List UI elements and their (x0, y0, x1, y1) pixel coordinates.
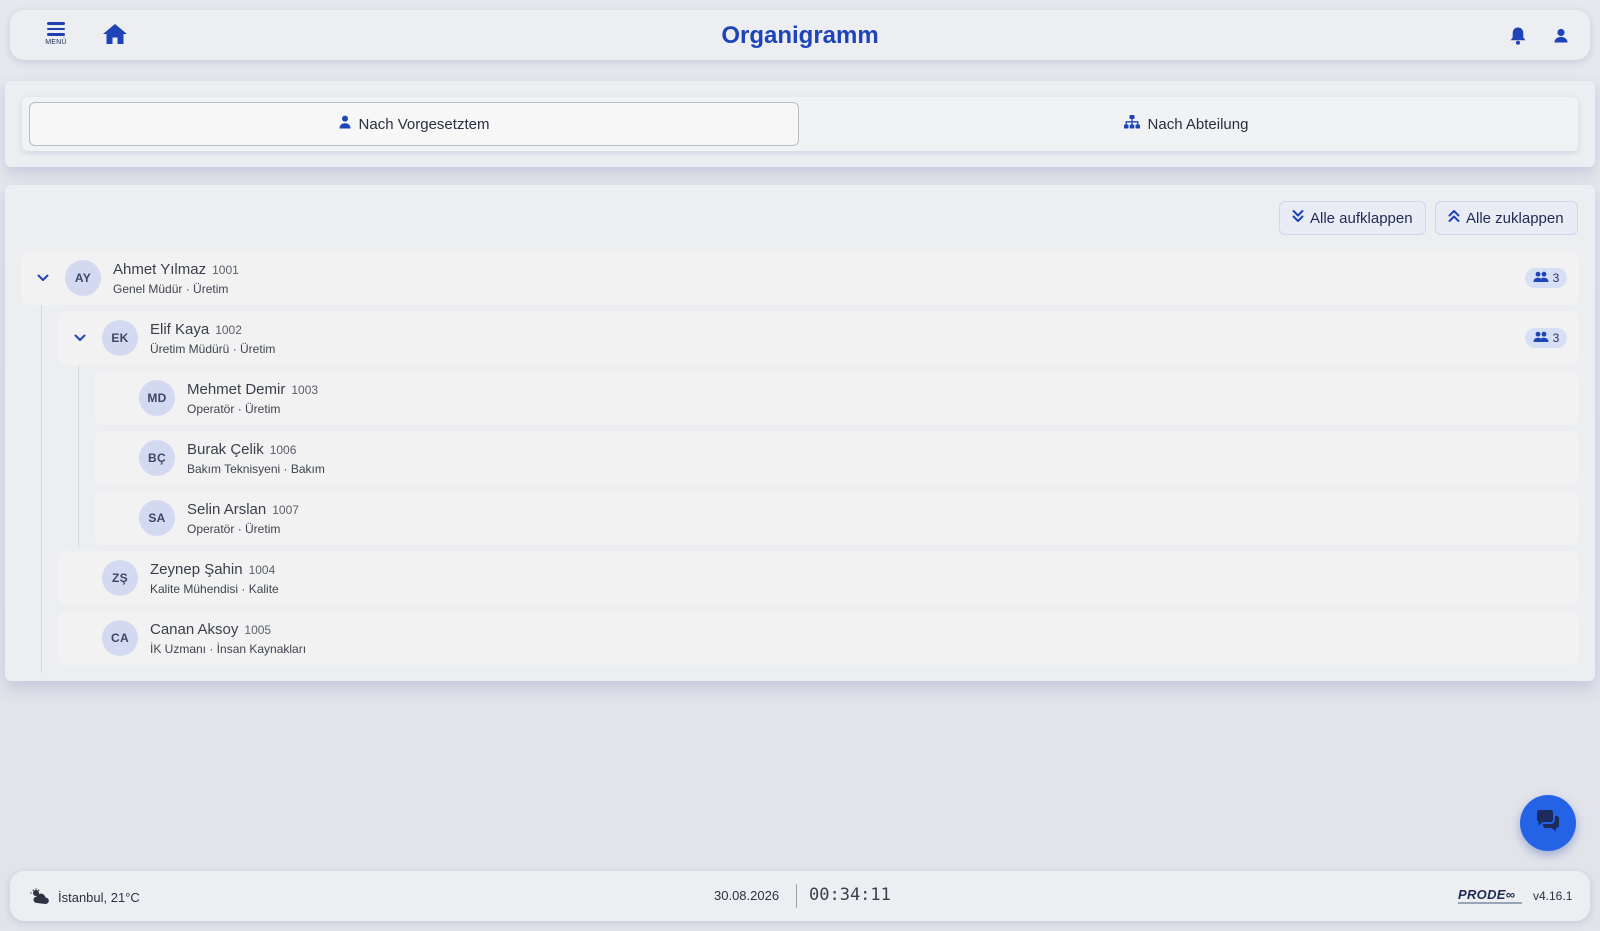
employee-name-line: Zeynep Şahin 1004 (150, 561, 275, 578)
employee-name: Selin Arslan (187, 501, 267, 518)
employee-id: 1001 (212, 263, 239, 277)
tree-node[interactable]: BÇ Burak Çelik 1006 Bakım Teknisyeni · Ba… (95, 431, 1579, 485)
person-icon (339, 115, 351, 133)
reports-count: 3 (1552, 331, 1560, 345)
employee-role: Operatör · Üretim (187, 522, 281, 536)
divider (796, 884, 797, 908)
double-chevron-down-icon (1292, 209, 1304, 227)
tree-node[interactable]: AY Ahmet Yılmaz 1001 Genel Müdür · Üretim… (21, 251, 1579, 305)
tree-node[interactable]: EK Elif Kaya 1002 Üretim Müdürü · Üretim … (58, 311, 1579, 365)
employee-name-line: Ahmet Yılmaz 1001 (113, 261, 239, 278)
employee-name: Elif Kaya (150, 321, 210, 338)
employee-id: 1003 (291, 383, 319, 397)
avatar: ZŞ (102, 560, 138, 596)
employee-name: Canan Aksoy (150, 621, 239, 638)
chat-bubbles-icon (1534, 809, 1562, 838)
top-bar: MENÜ Organigramm (10, 10, 1590, 60)
employee-name: Mehmet Demir (187, 381, 286, 398)
view-switch: Nach Vorgesetztem Nach Abteilung (22, 97, 1578, 151)
expand-all-label: Alle aufklappen (1310, 209, 1413, 227)
employee-name: Zeynep Şahin (150, 561, 243, 578)
employee-role: Üretim Müdürü · Üretim (150, 342, 276, 356)
employee-id: 1004 (248, 563, 276, 577)
tab-label: Nach Vorgesetztem (358, 115, 490, 133)
employee-role: İK Uzmanı · İnsan Kaynakları (150, 642, 307, 656)
avatar: AY (65, 260, 101, 296)
tab-by-supervisor[interactable]: Nach Vorgesetztem (29, 102, 799, 146)
expand-all-button[interactable]: Alle aufklappen (1279, 201, 1426, 235)
chat-button[interactable] (1520, 795, 1576, 851)
employee-name: Ahmet Yılmaz (113, 261, 207, 278)
version-label: v4.16.1 (1533, 889, 1573, 903)
page-title: Organigramm (721, 22, 879, 49)
employee-role: Operatör · Üretim (187, 402, 281, 416)
status-bar: İstanbul, 21°C 30.08.2026 00:34:11 PRODE… (10, 871, 1590, 921)
tree-node[interactable]: CA Canan Aksoy 1005 İK Uzmanı · İnsan Kay… (58, 611, 1579, 665)
collapse-all-label: Alle zuklappen (1466, 209, 1564, 227)
view-switch-card: Nach Vorgesetztem Nach Abteilung (5, 81, 1595, 167)
reports-count-badge: 3 (1525, 268, 1567, 288)
org-tree-card: Alle aufklappen Alle zuklappen AY Ahmet … (5, 185, 1595, 681)
brand-logo: PRODE∞ (1458, 887, 1516, 902)
employee-name-line: Mehmet Demir 1003 (187, 381, 318, 398)
logo-underline (1458, 902, 1522, 904)
tree-connector (41, 305, 42, 673)
avatar: MD (139, 380, 175, 416)
employee-name-line: Burak Çelik 1006 (187, 441, 296, 458)
users-icon (1533, 271, 1549, 286)
employee-id: 1005 (244, 623, 272, 637)
users-icon (1533, 331, 1549, 346)
reports-count-badge: 3 (1525, 328, 1567, 348)
employee-id: 1006 (269, 443, 297, 457)
cloud-sun-icon (30, 888, 50, 907)
tab-by-department[interactable]: Nach Abteilung (801, 102, 1571, 146)
chevron-down-icon[interactable] (35, 270, 51, 286)
weather-widget: İstanbul, 21°C (30, 888, 140, 907)
clock-display: 00:34:11 (809, 885, 891, 905)
avatar: EK (102, 320, 138, 356)
employee-name: Burak Çelik (187, 441, 264, 458)
date-display: 30.08.2026 (714, 888, 780, 903)
employee-name-line: Canan Aksoy 1005 (150, 621, 271, 638)
employee-role: Bakım Teknisyeni · Bakım (187, 462, 325, 476)
employee-id: 1007 (272, 503, 299, 517)
chevron-down-icon[interactable] (72, 330, 88, 346)
tree-connector (78, 365, 79, 547)
avatar: BÇ (139, 440, 175, 476)
bell-icon[interactable] (1509, 26, 1527, 46)
avatar: CA (102, 620, 138, 656)
reports-count: 3 (1552, 271, 1560, 285)
collapse-all-button[interactable]: Alle zuklappen (1435, 201, 1578, 235)
avatar: SA (139, 500, 175, 536)
tree-node[interactable]: SA Selin Arslan 1007 Operatör · Üretim (95, 491, 1579, 545)
tab-label: Nach Abteilung (1147, 115, 1249, 133)
tree-node[interactable]: MD Mehmet Demir 1003 Operatör · Üretim (95, 371, 1579, 425)
org-chart-icon (1123, 115, 1140, 133)
weather-text: İstanbul, 21°C (58, 890, 140, 905)
employee-role: Genel Müdür · Üretim (113, 282, 229, 296)
employee-name-line: Selin Arslan 1007 (187, 501, 299, 518)
double-chevron-up-icon (1448, 209, 1460, 227)
employee-id: 1002 (215, 323, 242, 337)
employee-role: Kalite Mühendisi · Kalite (150, 582, 279, 596)
employee-name-line: Elif Kaya 1002 (150, 321, 242, 338)
tree-node[interactable]: ZŞ Zeynep Şahin 1004 Kalite Mühendisi · K… (58, 551, 1579, 605)
user-icon[interactable] (1552, 26, 1570, 46)
